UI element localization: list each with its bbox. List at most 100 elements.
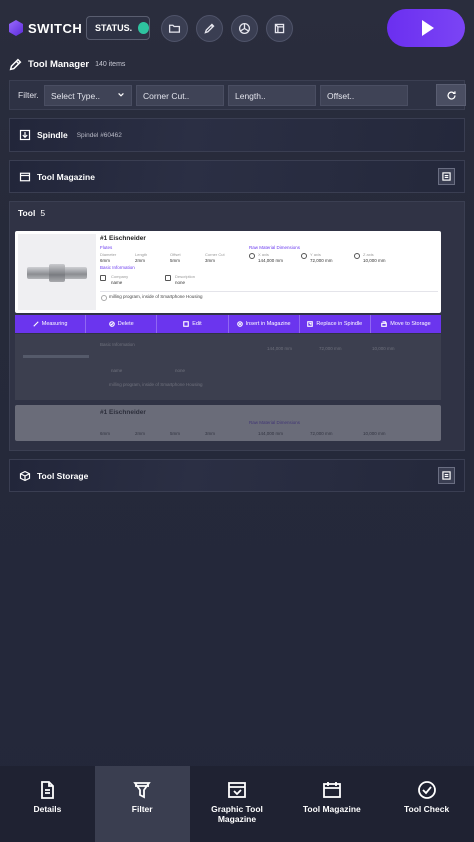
delete-icon bbox=[108, 321, 115, 327]
company-value: name bbox=[111, 280, 123, 285]
insert-in-magazine-button[interactable]: Insert in Magazine bbox=[229, 315, 300, 333]
refresh-icon bbox=[447, 90, 456, 100]
bottom-nav: Details Filter Graphic Tool Magazine Too… bbox=[0, 766, 474, 842]
ruler-icon bbox=[33, 321, 39, 327]
description-label: Description bbox=[175, 274, 196, 279]
insert-icon bbox=[236, 321, 243, 327]
top-bar: SWITCH STATUS. bbox=[0, 0, 474, 56]
delete-label: Delete bbox=[117, 321, 134, 327]
nav-details-label: Details bbox=[33, 804, 62, 814]
box-icon bbox=[19, 470, 31, 481]
raw-material-label: Raw Material Dimensions bbox=[249, 245, 301, 250]
type-select[interactable]: Select Type.. bbox=[44, 85, 132, 106]
type-select-value: Select Type.. bbox=[51, 90, 100, 101]
corner-cut-value: 3mm bbox=[205, 431, 215, 436]
ghost-z-axis-value: 10,000 mm bbox=[372, 346, 395, 351]
tool-image bbox=[23, 355, 89, 358]
tool-manager-header: Tool Manager 140 items bbox=[9, 56, 125, 72]
nav-tool-check-label: Tool Check bbox=[403, 804, 450, 814]
list-icon bbox=[442, 171, 451, 181]
insert-in-magazine-label: Insert in Magazine bbox=[245, 321, 291, 327]
list-icon bbox=[442, 470, 451, 480]
z-axis-icon bbox=[354, 253, 360, 259]
tool-list-title: Tool bbox=[18, 208, 36, 218]
folder-button[interactable] bbox=[161, 15, 188, 42]
x-axis-value: 144,000 mm bbox=[258, 258, 284, 263]
logo: SWITCH bbox=[9, 20, 82, 36]
move-to-storage-button[interactable]: Move to Storage bbox=[371, 315, 441, 333]
nav-details[interactable]: Details bbox=[0, 766, 95, 842]
offset-label: Offset bbox=[170, 252, 181, 257]
cube-icon bbox=[274, 23, 285, 34]
delete-button[interactable]: Delete bbox=[86, 315, 158, 333]
measuring-button[interactable]: Measuring bbox=[15, 315, 87, 333]
nav-filter[interactable]: Filter bbox=[94, 766, 190, 842]
tool-list-header: Tool 5 bbox=[18, 208, 45, 218]
nav-graphic-tool-magazine[interactable]: Graphic Tool Magazine bbox=[190, 766, 285, 842]
flutes-label: Flutes bbox=[100, 245, 113, 250]
card-divider bbox=[100, 291, 438, 292]
tool-image bbox=[18, 234, 96, 310]
cube-button[interactable] bbox=[266, 15, 293, 42]
raw-material-label: Raw Material Dimensions bbox=[249, 420, 301, 425]
replace-in-spindle-label: Replace in Spindle bbox=[316, 321, 363, 327]
document-icon bbox=[41, 781, 55, 799]
length-value: 2mm bbox=[135, 431, 145, 436]
aperture-button[interactable] bbox=[231, 15, 258, 42]
offset-input[interactable]: Offset.. bbox=[320, 85, 408, 106]
diameter-label: Diameter bbox=[100, 252, 117, 257]
pencil-icon bbox=[204, 23, 215, 34]
tool-storage-panel[interactable]: Tool Storage bbox=[9, 459, 465, 492]
storage-icon bbox=[381, 321, 388, 327]
y-axis-value: 72,000 mm bbox=[310, 431, 333, 436]
logo-mark-icon bbox=[9, 20, 23, 36]
edit-tool-button[interactable]: Edit bbox=[157, 315, 229, 333]
item-count: 140 items bbox=[95, 60, 126, 68]
tool-card[interactable]: #1 Eischneider Flutes Diameter 6mm Lengt… bbox=[15, 231, 441, 313]
folder-icon bbox=[168, 24, 181, 33]
page-title: Tool Manager bbox=[28, 58, 90, 70]
corner-cut-input[interactable]: Corner Cut.. bbox=[136, 85, 224, 106]
tool-card[interactable]: #1 Eischneider Raw Material Dimensions 6… bbox=[15, 405, 441, 441]
x-axis-value: 144,000 mm bbox=[258, 431, 284, 436]
filter-bar: Filter. Select Type.. Corner Cut.. Lengt… bbox=[9, 80, 466, 110]
description-value: none bbox=[175, 280, 186, 285]
tool-card[interactable]: Basic Information name none 144,000 mm 7… bbox=[15, 334, 441, 400]
y-axis-value: 72,000 mm bbox=[310, 258, 333, 263]
tool-magazine-panel[interactable]: Tool Magazine bbox=[9, 160, 465, 193]
nav-graphic-tool-magazine-label: Graphic Tool Magazine bbox=[211, 804, 263, 824]
status-label: STATUS. bbox=[95, 23, 133, 33]
check-icon bbox=[417, 781, 436, 799]
filter-icon bbox=[133, 782, 151, 799]
graphic-magazine-icon bbox=[228, 782, 246, 798]
measuring-label: Measuring bbox=[41, 321, 68, 327]
nav-tool-magazine[interactable]: Tool Magazine bbox=[284, 766, 379, 842]
edit-button[interactable] bbox=[196, 15, 223, 42]
refresh-button[interactable] bbox=[436, 84, 466, 106]
x-axis-label: X axis bbox=[258, 252, 269, 257]
length-label: Length bbox=[135, 252, 148, 257]
nav-filter-label: Filter bbox=[131, 804, 153, 814]
storage-list-button[interactable] bbox=[438, 466, 455, 484]
status-indicator[interactable]: STATUS. bbox=[86, 16, 150, 40]
description-icon bbox=[165, 275, 171, 281]
company-icon bbox=[100, 275, 106, 281]
length-input[interactable]: Length.. bbox=[228, 85, 316, 106]
nav-tool-check[interactable]: Tool Check bbox=[379, 766, 474, 842]
replace-in-spindle-button[interactable]: Replace in Spindle bbox=[300, 315, 371, 333]
ghost-y-axis-value: 72,000 mm bbox=[319, 346, 342, 351]
tool-note: milling program, inside of Smartphone Ho… bbox=[109, 294, 203, 299]
move-to-storage-label: Move to Storage bbox=[390, 321, 431, 327]
magazine-list-button[interactable] bbox=[438, 167, 455, 185]
spindle-icon bbox=[19, 129, 31, 141]
spindle-panel[interactable]: Spindle Spindel #60462 bbox=[9, 118, 465, 152]
length-placeholder: Length.. bbox=[235, 90, 266, 101]
y-axis-label: Y axis bbox=[310, 252, 321, 257]
offset-placeholder: Offset.. bbox=[327, 90, 355, 101]
z-axis-label: Z axis bbox=[363, 252, 374, 257]
diameter-value: 6mm bbox=[100, 258, 110, 263]
edit-label: Edit bbox=[192, 321, 202, 327]
ghost-tool-note: milling program, inside of Smartphone Ho… bbox=[109, 382, 203, 387]
play-button[interactable] bbox=[387, 9, 465, 47]
edit-icon bbox=[183, 321, 189, 327]
